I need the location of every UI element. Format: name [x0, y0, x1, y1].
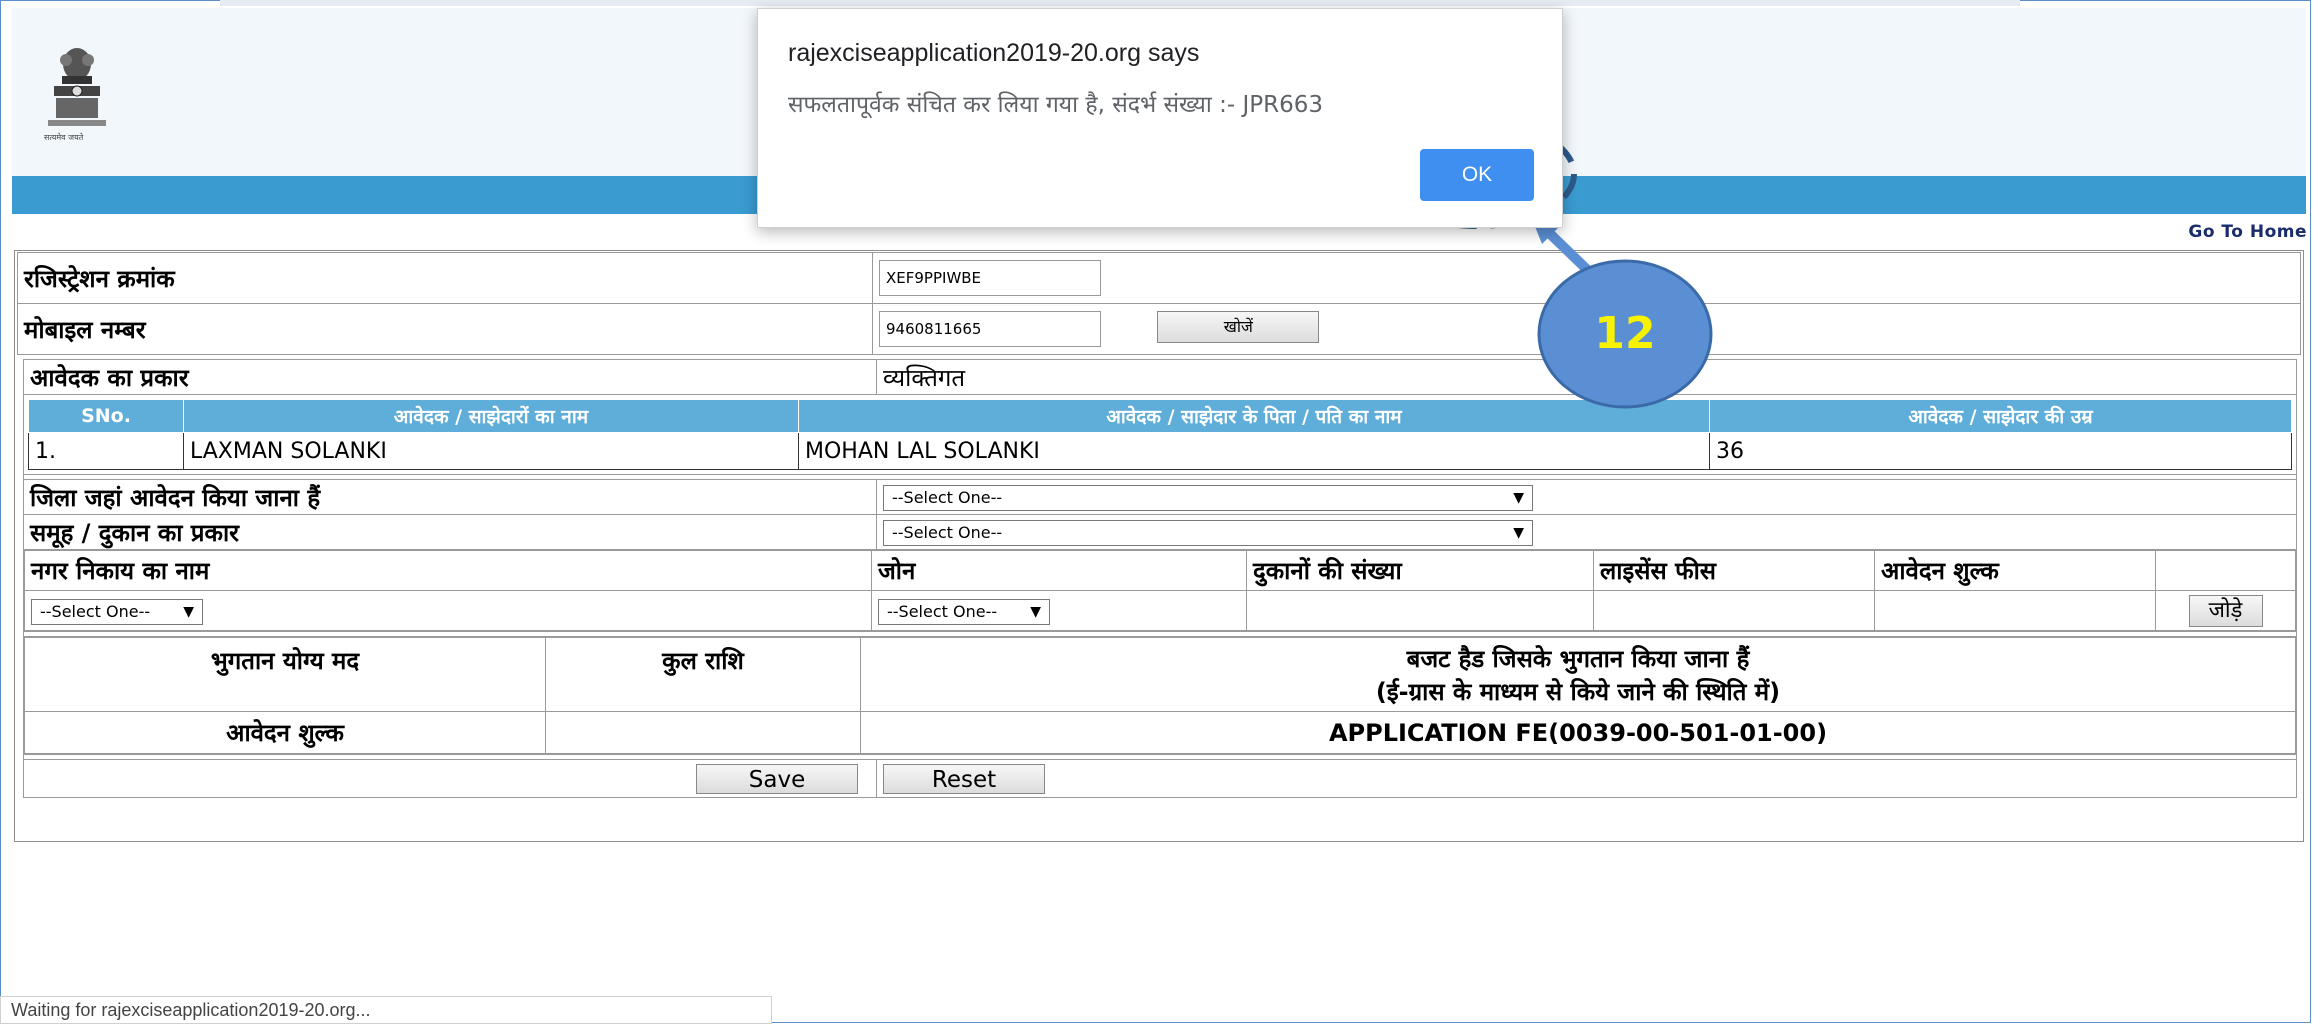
license-fee-cell — [1593, 590, 1875, 631]
add-button[interactable]: जोड़े — [2188, 594, 2263, 627]
dialog-message: सफलतापूर्वक संचित कर लिया गया है, संदर्भ… — [788, 92, 1323, 118]
zone-select[interactable]: --Select One-- ▼ — [878, 598, 1050, 625]
col-budget-head: बजट हैड जिसके भुगतान किया जाना हैं (ई-ग्… — [860, 637, 2296, 712]
col-total-amount: कुल राशि — [545, 637, 861, 712]
zone-select-value: --Select One-- — [887, 601, 998, 621]
dialog-title: rajexciseapplication2019-20.org says — [788, 39, 1200, 67]
shop-type-select[interactable]: --Select One-- ▼ — [883, 520, 1533, 546]
cell-sno: 1. — [28, 432, 184, 470]
col-payable-item: भुगतान योग्य मद — [24, 637, 546, 712]
mobile-label: मोबाइल नम्बर — [17, 303, 873, 355]
col-zone: जोन — [871, 550, 1247, 591]
col-license-fee: लाइसेंस फीस — [1593, 550, 1875, 591]
cell-age: 36 — [1709, 432, 2292, 470]
district-select-value: --Select One-- — [892, 488, 1003, 507]
step-number: 12 — [1594, 308, 1656, 359]
payment-row-amount — [545, 711, 861, 754]
browser-status-bar: Waiting for rajexciseapplication2019-20.… — [0, 996, 772, 1024]
shop-count-cell — [1246, 590, 1594, 631]
municipal-body-select[interactable]: --Select One-- ▼ — [31, 598, 203, 625]
shop-type-label: समूह / दुकान का प्रकार — [23, 514, 877, 550]
table-row: 1. LAXMAN SOLANKI MOHAN LAL SOLANKI 36 — [28, 432, 2292, 470]
registration-label: रजिस्ट्रेशन क्रमांक — [17, 252, 873, 304]
state-emblem-icon — [48, 48, 106, 126]
save-button[interactable]: Save — [696, 763, 858, 794]
district-label: जिला जहां आवेदन किया जाना हैं — [23, 479, 877, 515]
budget-head-line2: (ई-ग्रास के माध्यम से किये जाने की स्थित… — [1375, 677, 1781, 706]
top-sliver — [220, 0, 2020, 6]
application-form: रजिस्ट्रेशन क्रमांक मोबाइल नम्बर खोजें आ… — [14, 250, 2304, 842]
applicant-type-label: आवेदक का प्रकार — [23, 359, 877, 395]
mobile-input[interactable] — [879, 311, 1101, 347]
dropdown-arrow-icon: ▼ — [1030, 603, 1041, 620]
application-fee-cell — [1874, 590, 2156, 631]
col-municipal-body: नगर निकाय का नाम — [24, 550, 872, 591]
col-age: आवेदक / साझेदार की उम्र — [1709, 399, 2292, 433]
dropdown-arrow-icon: ▼ — [183, 603, 194, 620]
col-sno: SNo. — [28, 399, 184, 433]
alert-dialog: rajexciseapplication2019-20.org says सफल… — [757, 8, 1563, 228]
municipal-body-select-value: --Select One-- — [40, 601, 151, 621]
payment-table: भुगतान योग्य मद कुल राशि बजट हैड जिसके भ… — [24, 637, 2296, 754]
cell-father: MOHAN LAL SOLANKI — [798, 432, 1710, 470]
budget-head-line1: बजट हैड जिसके भुगतान किया जाना हैं — [1406, 644, 1750, 673]
col-applicant-name: आवेदक / साझेदारों का नाम — [183, 399, 799, 433]
go-to-home-link[interactable]: Go To Home — [2188, 222, 2307, 242]
registration-input[interactable] — [879, 260, 1101, 296]
col-shop-count: दुकानों की संख्या — [1246, 550, 1594, 591]
cell-name: LAXMAN SOLANKI — [183, 432, 799, 470]
dropdown-arrow-icon: ▼ — [1513, 490, 1524, 506]
ok-button[interactable]: OK — [1420, 149, 1534, 201]
dropdown-arrow-icon: ▼ — [1513, 525, 1524, 541]
applicant-table: SNo. आवेदक / साझेदारों का नाम आवेदक / सा… — [28, 399, 2292, 470]
registration-table: रजिस्ट्रेशन क्रमांक मोबाइल नम्बर खोजें — [17, 252, 2301, 355]
payment-row-label: आवेदन शुल्क — [24, 711, 546, 754]
municipal-table: नगर निकाय का नाम जोन दुकानों की संख्या ल… — [24, 550, 2296, 631]
emblem-caption: सत्यमेव जयते — [44, 133, 84, 142]
district-select[interactable]: --Select One-- ▼ — [883, 485, 1533, 511]
search-button[interactable]: खोजें — [1157, 311, 1320, 343]
shop-type-select-value: --Select One-- — [892, 523, 1003, 542]
col-application-fee: आवेदन शुल्क — [1874, 550, 2156, 591]
applicant-section: आवेदक का प्रकार व्यक्तिगत SNo. आवेदक / स… — [23, 359, 2297, 798]
reset-button[interactable]: Reset — [883, 763, 1045, 794]
payment-row-head: APPLICATION FE(0039-00-501-01-00) — [860, 711, 2296, 754]
